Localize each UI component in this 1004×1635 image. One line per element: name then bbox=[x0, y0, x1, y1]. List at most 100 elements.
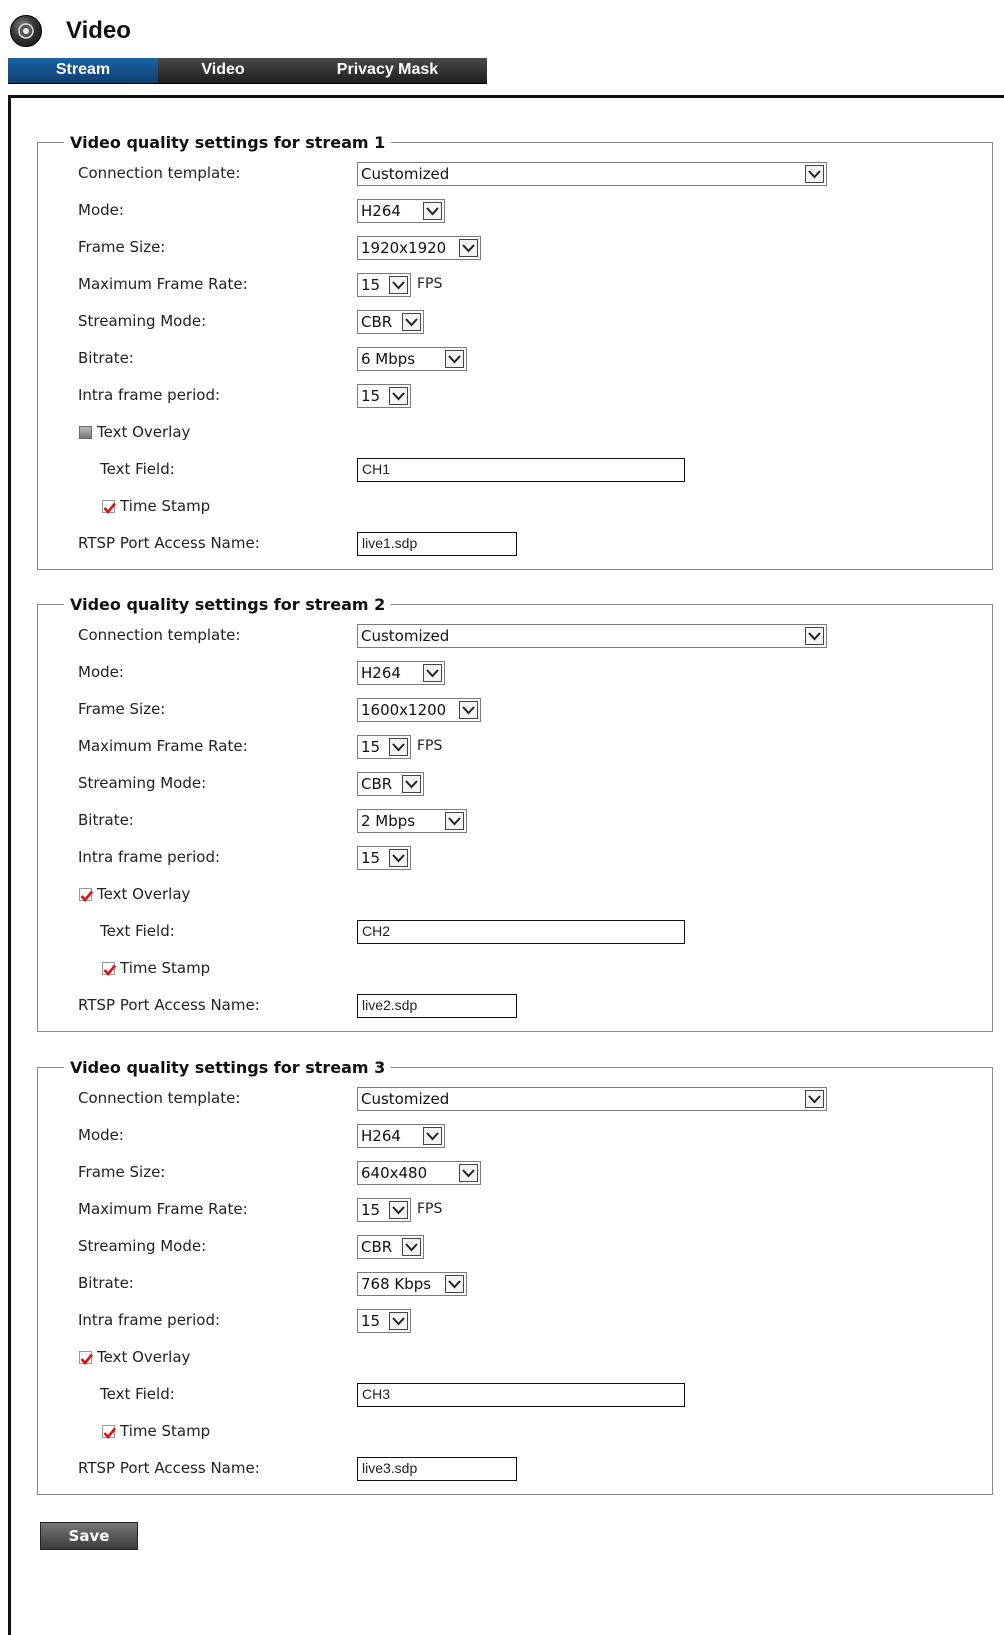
streaming-mode-label: Streaming Mode: bbox=[78, 774, 207, 792]
text-overlay-checkbox[interactable] bbox=[79, 1351, 94, 1366]
intra-frame-period-select-value: 15 bbox=[361, 1312, 381, 1330]
frame-size-select[interactable]: 640x480 bbox=[357, 1161, 481, 1185]
chevron-down-icon bbox=[423, 664, 442, 682]
streaming-mode-select[interactable]: CBR bbox=[357, 772, 424, 796]
stream-legend: Video quality settings for stream 2 bbox=[70, 595, 386, 614]
intra-frame-period-label: Intra frame period: bbox=[78, 1311, 221, 1329]
time-stamp-checkbox[interactable] bbox=[102, 500, 117, 515]
connection-template-label: Connection template: bbox=[78, 626, 241, 644]
bitrate-select[interactable]: 768 Kbps bbox=[357, 1272, 467, 1296]
max-frame-rate-select-value: 15 bbox=[361, 1201, 381, 1219]
intra-frame-period-select[interactable]: 15 bbox=[357, 1309, 411, 1333]
text-field-input[interactable]: CH3 bbox=[357, 1383, 685, 1407]
connection-template-select-value: Customized bbox=[361, 627, 450, 645]
chevron-down-icon bbox=[805, 165, 824, 183]
streaming-mode-select[interactable]: CBR bbox=[357, 310, 424, 334]
intra-frame-period-label: Intra frame period: bbox=[78, 386, 221, 404]
text-field-input[interactable]: CH2 bbox=[357, 920, 685, 944]
page-header: Video bbox=[10, 14, 131, 48]
max-frame-rate-select[interactable]: 15 bbox=[357, 273, 411, 297]
intra-frame-period-select-value: 15 bbox=[361, 387, 381, 405]
connection-template-label: Connection template: bbox=[78, 1089, 241, 1107]
text-field-input[interactable]: CH1 bbox=[357, 458, 685, 482]
frame-size-select-value: 1920x1920 bbox=[361, 239, 447, 257]
chevron-down-icon bbox=[402, 1238, 421, 1256]
connection-template-select[interactable]: Customized bbox=[357, 624, 827, 648]
chevron-down-icon bbox=[805, 1090, 824, 1108]
chevron-down-icon bbox=[402, 313, 421, 331]
chevron-down-icon bbox=[423, 1127, 442, 1145]
chevron-down-icon bbox=[389, 1201, 408, 1219]
mode-label: Mode: bbox=[78, 663, 124, 681]
frame-size-label: Frame Size: bbox=[78, 1163, 166, 1181]
streaming-mode-label: Streaming Mode: bbox=[78, 1237, 207, 1255]
chevron-down-icon bbox=[389, 276, 408, 294]
mode-select-value: H264 bbox=[361, 1127, 401, 1145]
max-frame-rate-select-value: 15 bbox=[361, 738, 381, 756]
text-field-label: Text Field: bbox=[100, 460, 175, 478]
bitrate-select[interactable]: 6 Mbps bbox=[357, 347, 467, 371]
chevron-down-icon bbox=[389, 1312, 408, 1330]
intra-frame-period-select[interactable]: 15 bbox=[357, 384, 411, 408]
rtsp-name-input[interactable]: live3.sdp bbox=[357, 1457, 517, 1481]
mode-label: Mode: bbox=[78, 1126, 124, 1144]
rtsp-name-input[interactable]: live1.sdp bbox=[357, 532, 517, 556]
max-frame-rate-label: Maximum Frame Rate: bbox=[78, 737, 248, 755]
chevron-down-icon bbox=[402, 775, 421, 793]
tab-stream[interactable]: Stream bbox=[8, 58, 158, 83]
bitrate-label: Bitrate: bbox=[78, 1274, 134, 1292]
max-frame-rate-label: Maximum Frame Rate: bbox=[78, 275, 248, 293]
chevron-down-icon bbox=[389, 738, 408, 756]
time-stamp-checkbox[interactable] bbox=[102, 1425, 117, 1440]
streaming-mode-select-value: CBR bbox=[361, 1238, 393, 1256]
time-stamp-checkbox[interactable] bbox=[102, 962, 117, 977]
tab-video[interactable]: Video bbox=[158, 58, 288, 83]
rtsp-name-label: RTSP Port Access Name: bbox=[78, 1459, 260, 1477]
connection-template-label: Connection template: bbox=[78, 164, 241, 182]
bitrate-select[interactable]: 2 Mbps bbox=[357, 809, 467, 833]
frame-size-select[interactable]: 1920x1920 bbox=[357, 236, 481, 260]
text-field-label: Text Field: bbox=[100, 1385, 175, 1403]
intra-frame-period-select[interactable]: 15 bbox=[357, 846, 411, 870]
frame-size-select[interactable]: 1600x1200 bbox=[357, 698, 481, 722]
max-frame-rate-label: Maximum Frame Rate: bbox=[78, 1200, 248, 1218]
intra-frame-period-select-value: 15 bbox=[361, 849, 381, 867]
max-frame-rate-select[interactable]: 15 bbox=[357, 735, 411, 759]
mode-select-value: H264 bbox=[361, 664, 401, 682]
tab-privacy-mask[interactable]: Privacy Mask bbox=[288, 58, 487, 83]
text-overlay-checkbox[interactable] bbox=[79, 888, 94, 903]
mode-select-value: H264 bbox=[361, 202, 401, 220]
chevron-down-icon bbox=[389, 849, 408, 867]
streaming-mode-select-value: CBR bbox=[361, 775, 393, 793]
bitrate-label: Bitrate: bbox=[78, 349, 134, 367]
frame-size-label: Frame Size: bbox=[78, 700, 166, 718]
chevron-down-icon bbox=[805, 627, 824, 645]
bitrate-label: Bitrate: bbox=[78, 811, 134, 829]
connection-template-select[interactable]: Customized bbox=[357, 1087, 827, 1111]
fps-unit-label: FPS bbox=[417, 276, 443, 292]
rtsp-name-input[interactable]: live2.sdp bbox=[357, 994, 517, 1018]
mode-select[interactable]: H264 bbox=[357, 661, 445, 685]
mode-select[interactable]: H264 bbox=[357, 199, 445, 223]
streaming-mode-select-value: CBR bbox=[361, 313, 393, 331]
frame-size-select-value: 1600x1200 bbox=[361, 701, 447, 719]
connection-template-select-value: Customized bbox=[361, 165, 450, 183]
connection-template-select-value: Customized bbox=[361, 1090, 450, 1108]
text-overlay-checkbox[interactable] bbox=[79, 426, 92, 439]
frame-size-label: Frame Size: bbox=[78, 238, 166, 256]
chevron-down-icon bbox=[445, 1275, 464, 1293]
fps-unit-label: FPS bbox=[417, 1201, 443, 1217]
text-overlay-label: Text Overlay bbox=[97, 1348, 191, 1366]
intra-frame-period-label: Intra frame period: bbox=[78, 848, 221, 866]
max-frame-rate-select[interactable]: 15 bbox=[357, 1198, 411, 1222]
save-button[interactable]: Save bbox=[40, 1522, 138, 1550]
connection-template-select[interactable]: Customized bbox=[357, 162, 827, 186]
rtsp-name-label: RTSP Port Access Name: bbox=[78, 534, 260, 552]
max-frame-rate-select-value: 15 bbox=[361, 276, 381, 294]
chevron-down-icon bbox=[423, 202, 442, 220]
mode-select[interactable]: H264 bbox=[357, 1124, 445, 1148]
chevron-down-icon bbox=[445, 812, 464, 830]
text-overlay-label: Text Overlay bbox=[97, 885, 191, 903]
rtsp-name-label: RTSP Port Access Name: bbox=[78, 996, 260, 1014]
streaming-mode-select[interactable]: CBR bbox=[357, 1235, 424, 1259]
